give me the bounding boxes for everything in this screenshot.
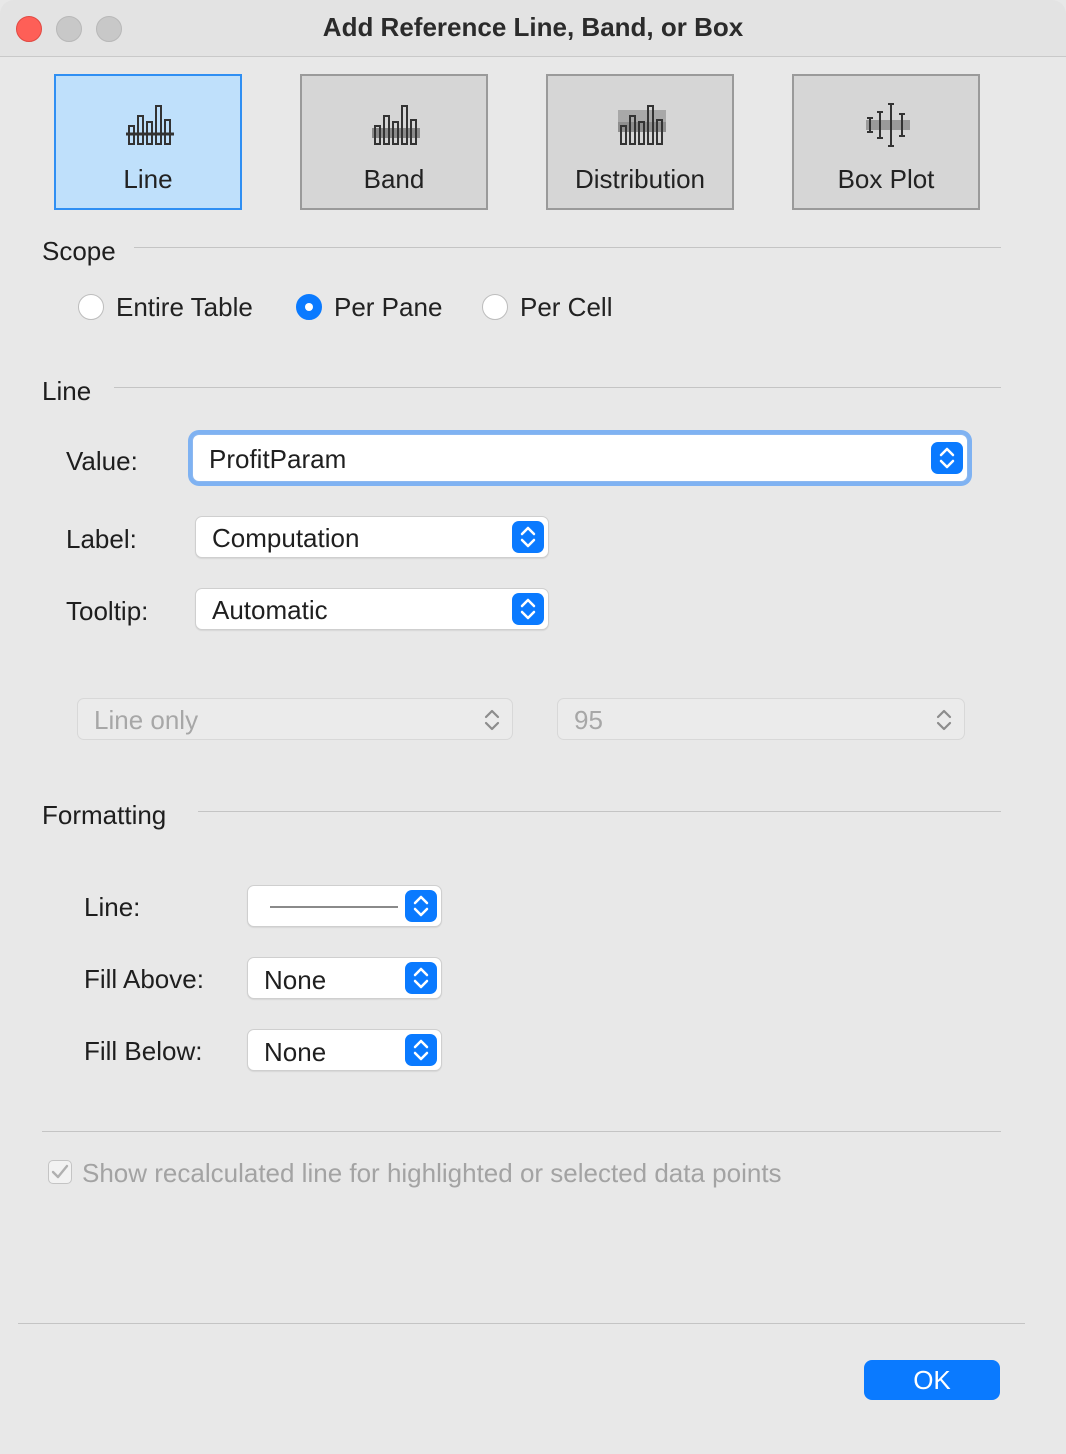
type-distribution-button[interactable]: Distribution [546, 74, 734, 210]
line-heading: Line [42, 376, 92, 406]
scope-per-cell-radio[interactable] [482, 294, 508, 320]
fill-below-text: None [264, 1037, 327, 1067]
confidence-text: 95 [574, 705, 603, 735]
scope-per-pane-radio[interactable] [296, 294, 322, 320]
fill-above-select[interactable]: None [247, 957, 442, 999]
fill-below-label: Fill Below: [84, 1036, 203, 1066]
checkmark-icon [51, 1164, 69, 1179]
scope-entire-table-radio[interactable] [78, 294, 104, 320]
line-format-stepper-icon [405, 890, 437, 922]
fill-below-stepper-icon [405, 1034, 437, 1066]
tooltip-stepper-icon [512, 593, 544, 625]
value-select[interactable]: ProfitParam [192, 434, 968, 482]
scope-heading: Scope [42, 236, 116, 266]
recalc-checkbox [48, 1160, 72, 1184]
box-plot-icon [866, 103, 910, 147]
reference-line-icon [126, 105, 174, 145]
fill-above-text: None [264, 965, 327, 995]
type-box-plot-button[interactable]: Box Plot [792, 74, 980, 210]
type-band-button[interactable]: Band [300, 74, 488, 210]
footer-divider [18, 1323, 1025, 1324]
label-select[interactable]: Computation [195, 516, 549, 558]
line-format-select[interactable] [247, 885, 442, 927]
value-label: Value: [66, 446, 138, 476]
band-mode-chevron-icon [480, 704, 504, 741]
band-mode-text: Line only [94, 705, 199, 735]
line-style-preview [270, 906, 398, 908]
type-band-label: Band [363, 164, 425, 194]
formatting-heading: Formatting [42, 800, 167, 830]
line-divider [114, 387, 1001, 388]
tooltip-select[interactable]: Automatic [195, 588, 549, 630]
title-bar: Add Reference Line, Band, or Box [0, 0, 1066, 57]
fill-above-stepper-icon [405, 962, 437, 994]
type-line-button[interactable]: Line [54, 74, 242, 210]
confidence-select: 95 [557, 698, 965, 740]
formatting-divider [198, 811, 1001, 812]
scope-per-pane-label: Per Pane [334, 292, 443, 322]
tooltip-label: Tooltip: [66, 596, 149, 626]
fill-below-select[interactable]: None [247, 1029, 442, 1071]
reference-line-dialog: Add Reference Line, Band, or Box Line Ba… [0, 0, 1066, 1454]
label-stepper-icon [512, 521, 544, 553]
type-distribution-label: Distribution [574, 164, 706, 194]
reference-band-icon [372, 105, 420, 145]
scope-per-cell-label: Per Cell [520, 292, 613, 322]
type-line-label: Line [123, 164, 173, 194]
distribution-icon [618, 105, 666, 145]
band-mode-select: Line only [77, 698, 513, 740]
confidence-chevron-icon [932, 704, 956, 741]
fill-above-label: Fill Above: [84, 964, 204, 994]
tooltip-select-text: Automatic [212, 595, 328, 625]
dialog-title: Add Reference Line, Band, or Box [322, 12, 744, 42]
scope-entire-table-label: Entire Table [116, 292, 253, 322]
label-select-text: Computation [212, 523, 360, 553]
recalc-label: Show recalculated line for highlighted o… [82, 1158, 782, 1188]
type-box-plot-label: Box Plot [837, 164, 935, 194]
formatting-bottom-divider [42, 1131, 1001, 1132]
label-field-label: Label: [66, 524, 137, 554]
ok-button[interactable]: OK [864, 1360, 1000, 1400]
value-select-text: ProfitParam [209, 444, 347, 474]
value-stepper-icon [931, 442, 963, 474]
scope-divider [134, 247, 1001, 248]
line-format-label: Line: [84, 892, 141, 922]
